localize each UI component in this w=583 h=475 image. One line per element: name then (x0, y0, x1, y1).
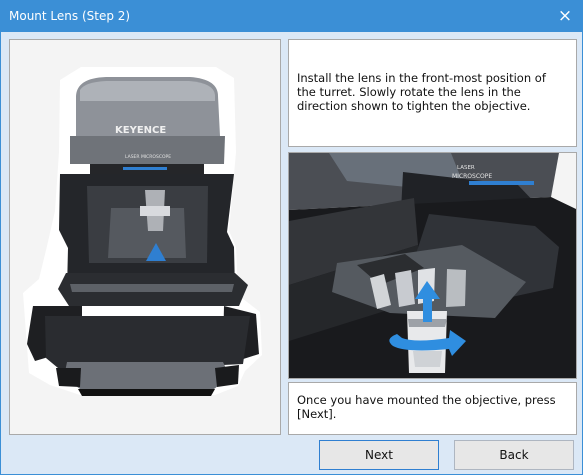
window-title: Mount Lens (Step 2) (9, 9, 131, 23)
objective-detail-panel: LASER MICROSCOPE (288, 152, 577, 379)
microscope-small-text: LASER MICROSCOPE (125, 154, 171, 160)
dialog-window: Mount Lens (Step 2) × KEYENCE LASER MICR… (0, 0, 583, 475)
close-icon[interactable]: × (548, 1, 582, 32)
instruction-text: Install the lens in the front-most posit… (297, 71, 546, 113)
microscope-image-panel: KEYENCE LASER MICROSCOPE (9, 39, 281, 435)
svg-text:LASER: LASER (457, 165, 475, 171)
svg-text:MICROSCOPE: MICROSCOPE (452, 173, 492, 180)
footer-text: Once you have mounted the objective, pre… (297, 393, 556, 421)
footer-panel: Once you have mounted the objective, pre… (288, 382, 577, 435)
title-bar: Mount Lens (Step 2) × (1, 1, 582, 32)
instruction-panel: Install the lens in the front-most posit… (288, 39, 577, 147)
brand-logo: KEYENCE (115, 125, 166, 136)
back-button[interactable]: Back (454, 440, 574, 470)
objective-detail-illustration: LASER MICROSCOPE (289, 153, 576, 378)
next-button[interactable]: Next (319, 440, 439, 470)
microscope-illustration: KEYENCE LASER MICROSCOPE (23, 67, 262, 396)
